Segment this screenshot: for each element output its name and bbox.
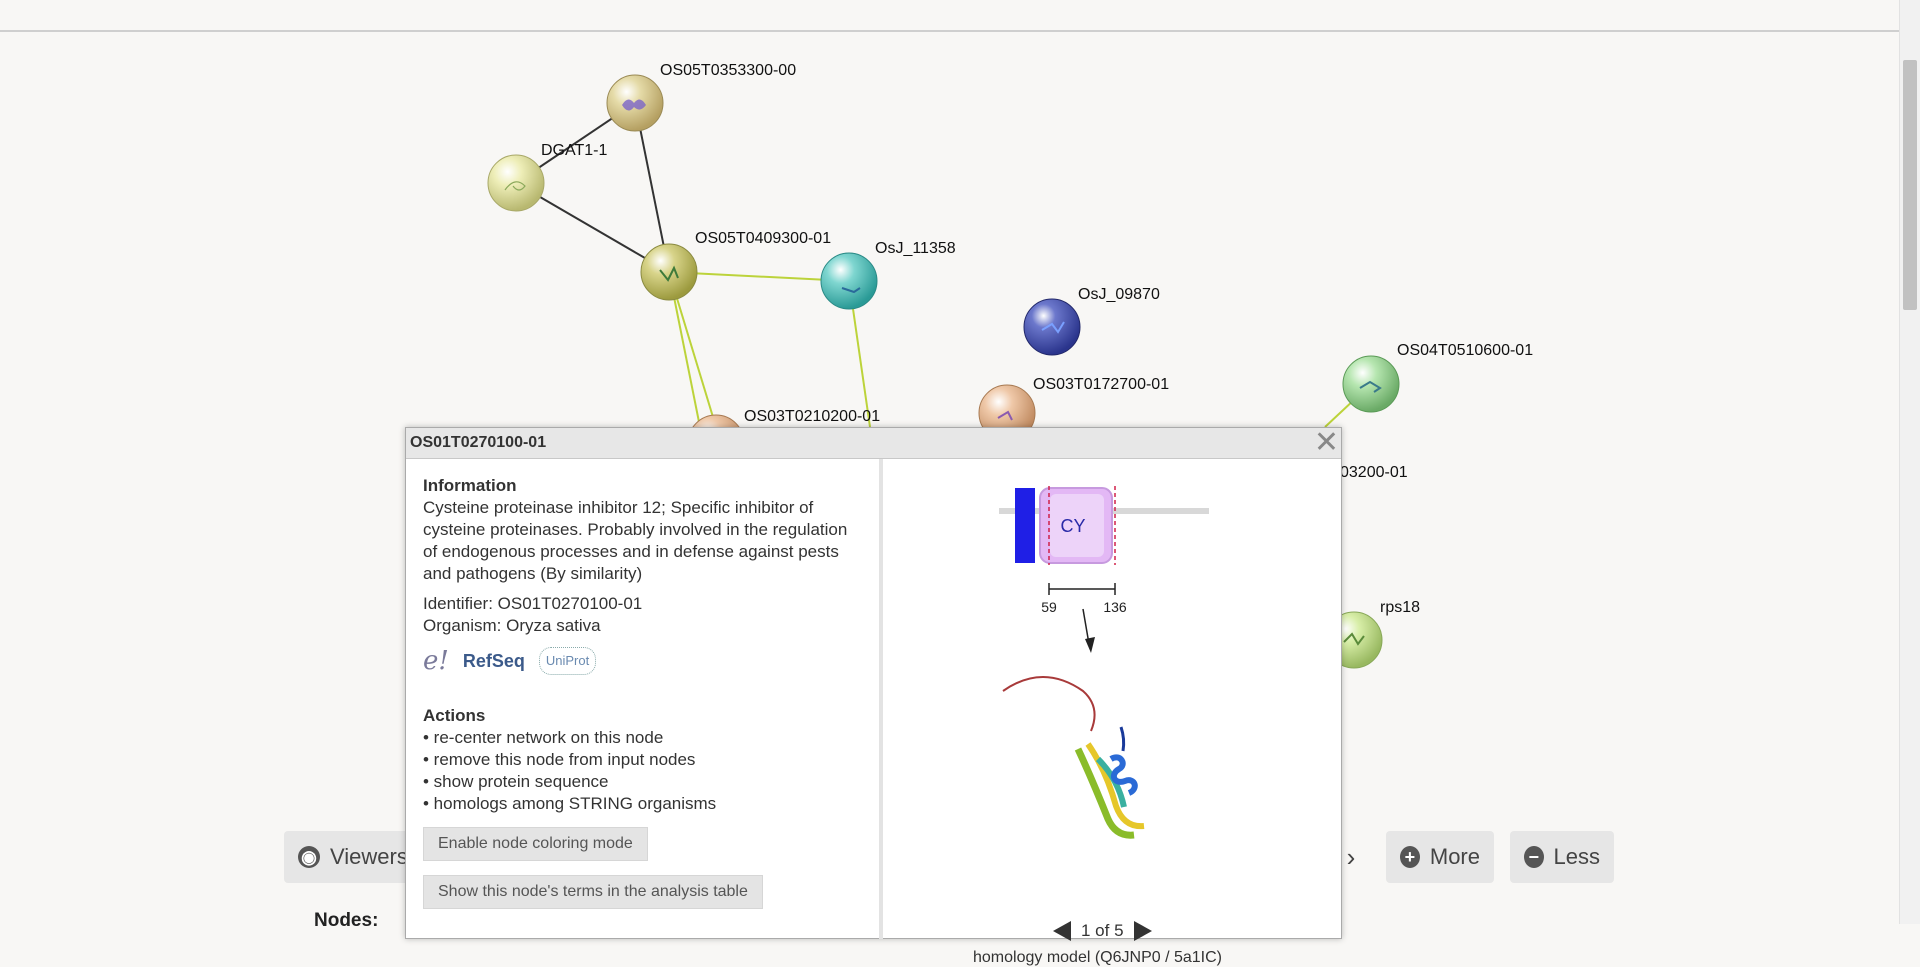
domain-cy-label: CY	[1060, 516, 1085, 536]
action-homologs-link[interactable]: • homologs among STRING organisms	[423, 793, 879, 815]
node-label: OS05T0353300-00	[660, 62, 797, 79]
less-button[interactable]: − Less	[1510, 831, 1614, 883]
eye-icon: ◉	[298, 846, 320, 868]
node-label: OsJ_09870	[1078, 286, 1160, 303]
popup-header: OS01T0270100-01 ✕	[406, 428, 1341, 459]
node-label: OS05T0409300-01	[695, 230, 832, 247]
network-node-os05t0353300[interactable]	[606, 74, 664, 132]
network-node-os05t0409300[interactable]	[640, 243, 698, 301]
popup-info-panel: Information Cysteine proteinase inhibito…	[406, 459, 879, 939]
network-node-dgat1-1[interactable]	[487, 154, 545, 212]
popup-structure-panel: CY 59 136 1 of 5 homology model (Q6JNP0 …	[883, 459, 1340, 966]
node-label: OsJ_11358	[875, 240, 956, 257]
refseq-logo-link[interactable]: RefSeq	[463, 650, 525, 672]
ensembl-logo-link[interactable]: e!	[423, 648, 449, 674]
minus-circle-icon: −	[1524, 846, 1544, 868]
identifier-text: Identifier: OS01T0270100-01	[423, 594, 643, 613]
vertical-scrollbar[interactable]	[1899, 0, 1920, 924]
protein-structure-image[interactable]	[1002, 676, 1145, 839]
network-node-osj-09870[interactable]	[1023, 298, 1081, 356]
action-sequence-link[interactable]: • show protein sequence	[423, 771, 879, 793]
more-button[interactable]: + More	[1386, 831, 1494, 883]
show-terms-button[interactable]: Show this node's terms in the analysis t…	[423, 875, 763, 909]
pager-text: 1 of 5	[1081, 921, 1124, 940]
network-node-os04t0510600[interactable]	[1342, 355, 1400, 413]
node-label: OS04T0510600-01	[1397, 342, 1534, 359]
plus-circle-icon: +	[1400, 846, 1420, 868]
network-node-osj-11358[interactable]	[820, 252, 878, 310]
less-label: Less	[1553, 844, 1600, 869]
next-arrow-icon[interactable]	[1133, 921, 1152, 941]
structure-caption: homology model (Q6JNP0 / 5a1IC)	[973, 949, 1222, 966]
node-label: DGAT1-1	[541, 142, 608, 159]
close-icon[interactable]: ✕	[1314, 428, 1339, 458]
node-label: rps18	[1380, 599, 1421, 616]
scrollbar-thumb[interactable]	[1903, 60, 1917, 310]
prev-arrow-icon[interactable]	[1053, 921, 1071, 941]
domain-start-label: 59	[1041, 599, 1057, 615]
more-label: More	[1429, 844, 1480, 869]
node-label: OS03T0210200-01	[744, 408, 881, 425]
action-remove-link[interactable]: • remove this node from input nodes	[423, 749, 879, 771]
popup-title: OS01T0270100-01	[410, 434, 547, 451]
protein-description: Cysteine proteinase inhibitor 12; Specif…	[423, 498, 848, 583]
node-info-popup: OS01T0270100-01 ✕ Information Cysteine p…	[405, 427, 1342, 966]
uniprot-logo-link[interactable]: UniProt	[538, 647, 597, 675]
information-heading: Information	[423, 476, 517, 495]
node-label: 03200-01	[1340, 464, 1408, 481]
viewers-label: Viewers	[330, 844, 408, 869]
domain-end-label: 136	[1103, 599, 1127, 615]
nodes-heading: Nodes:	[314, 910, 379, 931]
action-recenter-link[interactable]: • re-center network on this node	[423, 727, 879, 749]
actions-heading: Actions	[423, 706, 486, 725]
organism-text: Organism: Oryza sativa	[423, 616, 601, 635]
external-links: e! RefSeq UniProt	[423, 647, 879, 675]
structure-pager: 1 of 5	[1053, 921, 1152, 941]
node-label: OS03T0172700-01	[1033, 376, 1170, 393]
enable-coloring-button[interactable]: Enable node coloring mode	[423, 827, 648, 861]
domain-diagram: CY 59 136	[999, 486, 1209, 839]
